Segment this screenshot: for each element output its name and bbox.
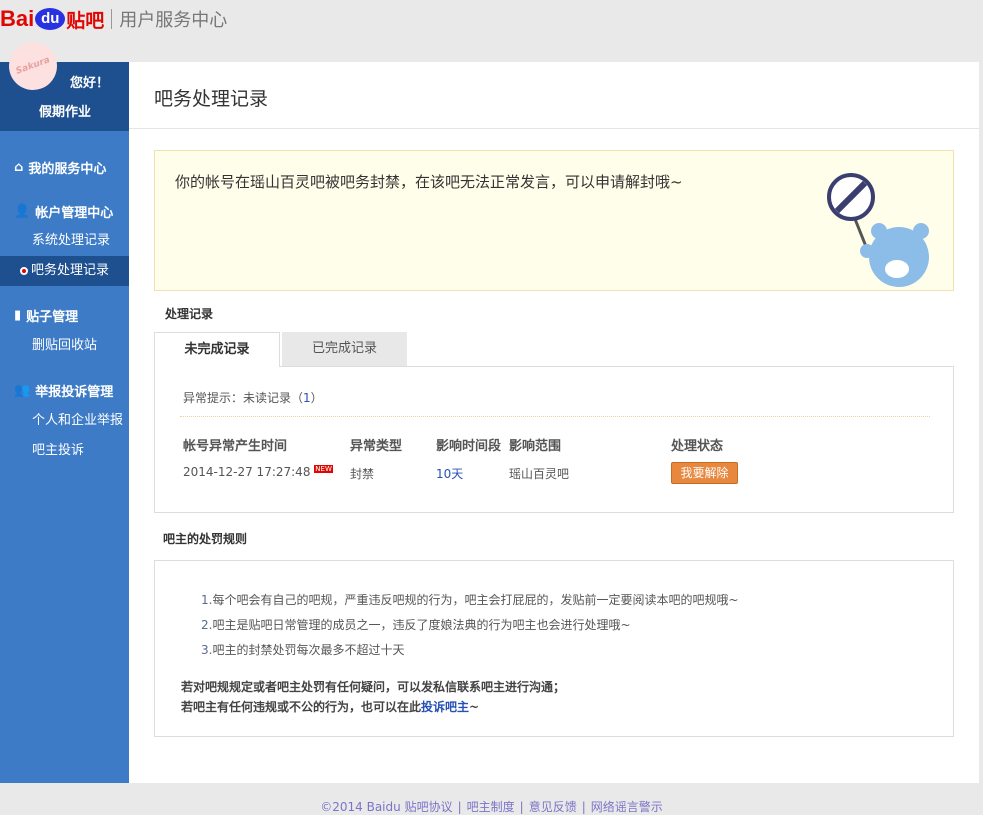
rule-text: 吧主是贴吧日常管理的成员之一，违反了度娘法典的行为吧主也会进行处理哦~ <box>212 618 631 632</box>
sidebar-item-bawu-records[interactable]: 吧务处理记录 <box>0 256 129 286</box>
notice-text: 你的帐号在瑶山百灵吧被吧务封禁，在该吧无法正常发言，可以申请解封哦~ <box>175 173 683 191</box>
rule-num: 3. <box>201 643 213 657</box>
record-scope: 瑶山百灵吧 <box>509 467 570 481</box>
sidebar-item-personal-report[interactable]: 个人和企业举报 <box>0 406 129 436</box>
greeting: 您好！ <box>70 76 110 91</box>
complain-owner-link[interactable]: 投诉吧主 <box>421 700 469 714</box>
divider <box>129 128 979 129</box>
divider: | <box>519 800 524 814</box>
logo-paw: du <box>35 8 66 30</box>
copyright: ©2014 Baidu <box>320 800 401 814</box>
bear-stop-sign-icon <box>827 173 929 287</box>
time: 2014-12-27 17:27:48 <box>183 465 311 479</box>
rule-item: 2.吧主是贴吧日常管理的成员之一，违反了度娘法典的行为吧主也会进行处理哦~ <box>201 616 631 633</box>
sidebar-item-post-management[interactable]: ▮ 贴子管理 <box>14 306 78 325</box>
unread-alert: 异常提示：未读记录（1） <box>183 389 323 406</box>
sidebar-item-report-management[interactable]: 👥 举报投诉管理 <box>14 381 113 400</box>
username[interactable]: 假期作业 <box>39 101 91 120</box>
sidebar-item-owner-complaint[interactable]: 吧主投诉 <box>0 436 129 466</box>
user-icon: 👤 <box>14 204 31 219</box>
home-icon: ⌂ <box>14 160 24 175</box>
footer: ©2014 Baidu 贴吧协议 | 吧主制度 | 意见反馈 | 网络谣言警示 <box>0 798 983 815</box>
col-header-status: 处理状态 <box>671 439 724 454</box>
rule-text: 每个吧会有自己的吧规，严重违反吧规的行为，吧主会打屁屁的，发贴前一定要阅读本吧的… <box>212 593 739 607</box>
footer-link-owner-rules[interactable]: 吧主制度 <box>467 800 515 814</box>
divider: | <box>457 800 462 814</box>
label: 举报投诉管理 <box>35 385 114 400</box>
record-time: 2014-12-27 17:27:48 NEW <box>183 465 333 479</box>
col-header-scope: 影响范围 <box>509 439 562 454</box>
col-header-duration: 影响时间段 <box>436 439 502 454</box>
rules-panel: 1.每个吧会有自己的吧规，严重违反吧规的行为，吧主会打屁屁的，发贴前一定要阅读本… <box>154 560 954 737</box>
baidu-tieba-logo[interactable]: Bai du 贴吧 用户服务中心 <box>0 4 227 34</box>
avatar[interactable]: Sakura <box>2 35 64 97</box>
sidebar-item-system-records[interactable]: 系统处理记录 <box>0 226 129 256</box>
alert-label: 异常提示：未读记录（ <box>183 391 304 405</box>
divider <box>180 416 930 417</box>
new-badge: NEW <box>314 465 333 473</box>
rule-num: 1. <box>201 593 213 607</box>
rule-num: 2. <box>201 618 213 632</box>
sidebar: Sakura 您好！ 假期作业 ⌂ 我的服务中心 👤 帐户管理中心 系统处理记录 吧… <box>0 35 129 783</box>
users-icon: 👥 <box>14 383 31 398</box>
active-dot-icon <box>20 266 28 275</box>
main-content: 吧务处理记录 你的帐号在瑶山百灵吧被吧务封禁，在该吧无法正常发言，可以申请解封哦… <box>129 62 979 783</box>
record-type: 封禁 <box>350 467 375 481</box>
note-line-2: 若吧主有任何违规或不公的行为，也可以在此投诉吧主~ <box>181 698 479 715</box>
tab-completed[interactable]: 已完成记录 <box>282 332 407 367</box>
request-unban-button[interactable]: 我要解除 <box>671 462 738 484</box>
label: 我的服务中心 <box>28 162 107 177</box>
records-heading: 处理记录 <box>165 307 214 321</box>
alert-close: ） <box>310 391 323 405</box>
divider: | <box>581 800 586 814</box>
rules-heading: 吧主的处罚规则 <box>163 532 248 546</box>
note-text: 若吧主有任何违规或不公的行为，也可以在此 <box>181 700 422 714</box>
user-panel: Sakura 您好！ 假期作业 <box>0 35 129 131</box>
tab-incomplete[interactable]: 未完成记录 <box>154 332 280 367</box>
sidebar-item-recycle-bin[interactable]: 删贴回收站 <box>0 331 129 361</box>
rule-item: 3.吧主的封禁处罚每次最多不超过十天 <box>201 641 404 658</box>
record-duration: 10天 <box>436 467 464 481</box>
sidebar-item-service-center[interactable]: ⌂ 我的服务中心 <box>14 158 106 177</box>
unread-count-link[interactable]: 1 <box>303 391 311 405</box>
logo-tieba: 贴吧 <box>66 9 105 32</box>
label: 贴子管理 <box>26 310 79 325</box>
rule-text: 吧主的封禁处罚每次最多不超过十天 <box>212 643 405 657</box>
footer-link-rumor-warning[interactable]: 网络谣言警示 <box>591 800 663 814</box>
footer-link-agreement[interactable]: 贴吧协议 <box>405 800 453 814</box>
records-panel: 异常提示：未读记录（1） 帐号异常产生时间 异常类型 影响时间段 影响范围 处理… <box>154 366 954 513</box>
header-subtitle: 用户服务中心 <box>119 10 228 31</box>
label: 帐户管理中心 <box>35 206 114 221</box>
page-title: 吧务处理记录 <box>154 88 269 110</box>
note-end: ~ <box>469 700 480 714</box>
logo-text: Bai <box>0 6 35 31</box>
ban-notice: 你的帐号在瑶山百灵吧被吧务封禁，在该吧无法正常发言，可以申请解封哦~ <box>154 150 954 291</box>
rule-item: 1.每个吧会有自己的吧规，严重违反吧规的行为，吧主会打屁屁的，发贴前一定要阅读本… <box>201 591 739 608</box>
note-line-1: 若对吧规规定或者吧主处罚有任何疑问，可以发私信联系吧主进行沟通； <box>181 680 566 694</box>
document-icon: ▮ <box>14 308 22 323</box>
col-header-time: 帐号异常产生时间 <box>183 439 288 454</box>
col-header-type: 异常类型 <box>350 439 403 454</box>
label: 吧务处理记录 <box>31 263 110 278</box>
sidebar-item-account-center[interactable]: 👤 帐户管理中心 <box>14 202 113 221</box>
footer-link-feedback[interactable]: 意见反馈 <box>529 800 577 814</box>
divider <box>111 9 113 29</box>
